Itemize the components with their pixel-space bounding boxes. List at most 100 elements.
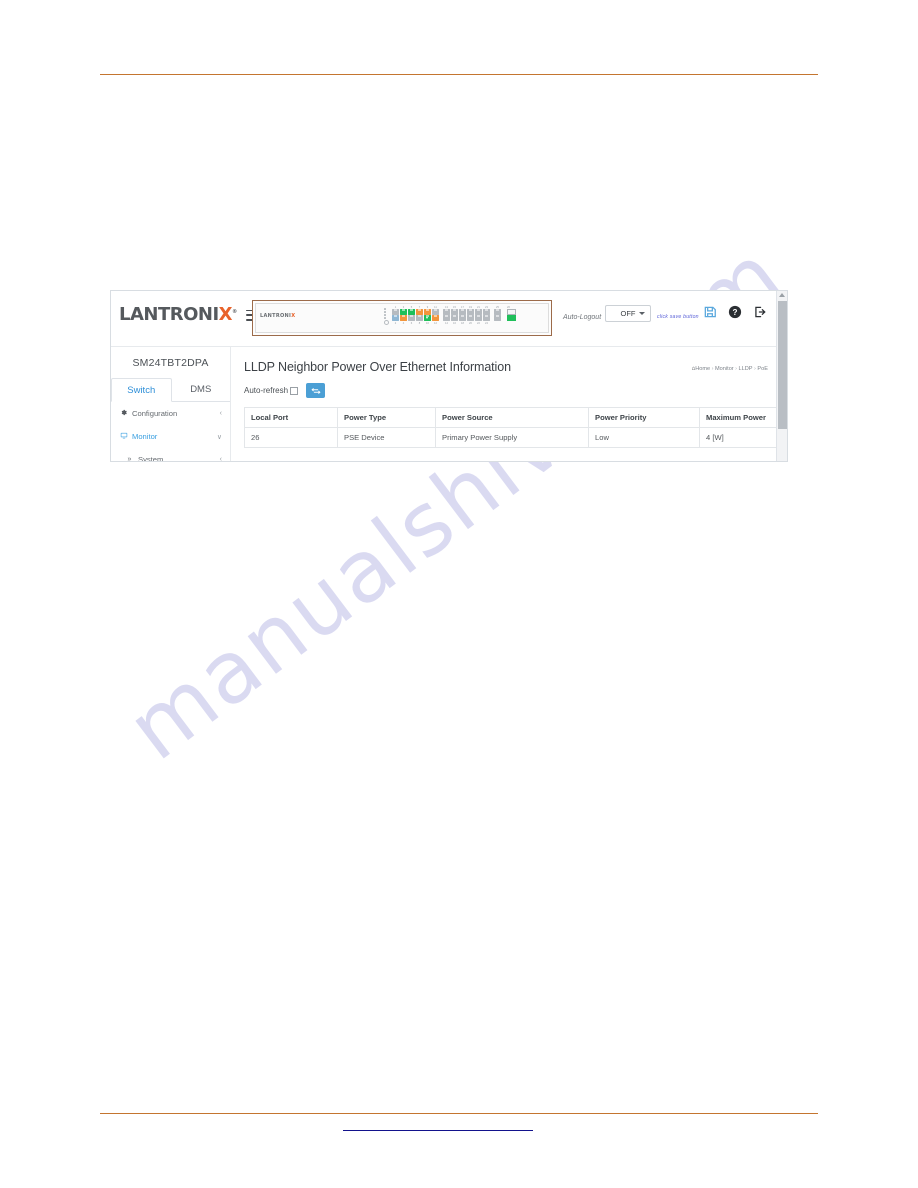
auto-refresh-label: Auto-refresh — [244, 386, 289, 395]
footer-link-underline[interactable] — [343, 1130, 533, 1131]
device-led-column — [384, 308, 389, 330]
vertical-scrollbar[interactable] — [776, 291, 787, 461]
breadcrumb-poe[interactable]: PoE — [757, 366, 768, 372]
sidebar-item-configuration[interactable]: Configuration ‹ — [111, 402, 230, 425]
port-pair[interactable]: 11 12 — [432, 306, 439, 325]
help-icon[interactable]: ? — [728, 305, 742, 321]
port-18[interactable] — [459, 315, 466, 321]
breadcrumb-separator: › — [711, 366, 714, 372]
port-9[interactable] — [424, 309, 431, 315]
led-indicator — [384, 317, 386, 319]
port-group-2: 13 14 15 16 17 18 19 20 21 22 23 24 — [443, 306, 491, 325]
cell-power-type: PSE Device — [337, 427, 436, 448]
monitor-icon — [119, 432, 128, 441]
cell-local-port: 26 — [244, 427, 338, 448]
tab-dms[interactable]: DMS — [172, 378, 231, 401]
sfp-group: 26 — [507, 306, 516, 322]
port-number: 20 — [469, 321, 472, 325]
port-pair[interactable]: 12 — [392, 306, 399, 325]
sidebar-item-system[interactable]: » System ‹ — [111, 448, 230, 462]
port-23[interactable] — [483, 309, 490, 315]
port-pair[interactable]: 9 10 — [424, 306, 431, 325]
port-number: 18 — [461, 321, 464, 325]
port-25b[interactable] — [494, 315, 501, 321]
port-24[interactable] — [483, 315, 490, 321]
port-pair[interactable]: 13 14 — [443, 306, 450, 325]
port-pair[interactable]: 17 18 — [459, 306, 466, 325]
auto-refresh-checkbox[interactable] — [290, 386, 299, 395]
device-port-bank: 12 34 56 78 9 10 11 12 13 14 15 16 17 18 19 20… — [392, 306, 516, 325]
auto-logout-label: Auto-Logout — [563, 314, 602, 321]
table-body: 26 PSE Device Primary Power Supply Low 4… — [244, 427, 776, 448]
auto-logout-select[interactable]: OFF — [605, 305, 651, 322]
switch-front-panel-graphic[interactable]: LANTRONIX 12 34 56 78 9 10 11 12 13 14 1… — [252, 300, 552, 336]
port-number: 24 — [485, 321, 488, 325]
logo-text: LANTRONIX® — [119, 306, 237, 324]
port-13[interactable] — [443, 309, 450, 315]
column-header-power-priority: Power Priority — [588, 407, 700, 428]
port-pair[interactable]: 19 20 — [467, 306, 474, 325]
port-4[interactable] — [400, 315, 407, 321]
port-number: 2 — [394, 321, 397, 325]
logo-text-main: LANTRONI — [119, 304, 219, 325]
scrollbar-up-arrow-icon[interactable] — [779, 293, 785, 297]
port-16[interactable] — [451, 315, 458, 321]
sidebar-item-monitor[interactable]: Monitor ∨ — [111, 425, 230, 448]
sidebar-tabs: Switch DMS — [111, 378, 230, 402]
port-20[interactable] — [467, 315, 474, 321]
port-6[interactable] — [408, 315, 415, 321]
chevron-left-icon: ‹ — [219, 456, 222, 462]
device-brand-label: LANTRONIX — [260, 313, 295, 319]
port-pair[interactable]: 15 16 — [451, 306, 458, 325]
brand-logo[interactable]: LANTRONIX® — [119, 306, 259, 324]
port-number: 14 — [445, 321, 448, 325]
cell-maximum-power: 4 [W] — [699, 427, 776, 448]
column-header-maximum-power: Maximum Power — [699, 407, 776, 428]
port-10[interactable] — [424, 315, 431, 321]
port-15[interactable] — [451, 309, 458, 315]
breadcrumb-home[interactable]: Home — [695, 366, 710, 372]
sfp-port-26b[interactable] — [507, 315, 516, 321]
port-5[interactable] — [408, 309, 415, 315]
port-25[interactable] — [494, 309, 501, 315]
led-indicator — [384, 308, 386, 310]
port-pair[interactable]: 23 24 — [483, 306, 490, 325]
click-save-hint[interactable]: click save button — [657, 314, 699, 320]
device-brand-accent: X — [291, 313, 296, 319]
breadcrumb-monitor[interactable]: Monitor — [715, 366, 734, 372]
table-row[interactable]: 26 PSE Device Primary Power Supply Low 4… — [244, 427, 776, 448]
app-sidebar: SM24TBT2DPA Switch DMS Configuration ‹ M… — [111, 347, 231, 461]
logout-icon[interactable] — [753, 305, 767, 321]
port-group-1: 12 34 56 78 9 10 11 12 — [392, 306, 440, 325]
port-3[interactable] — [400, 309, 407, 315]
app-topbar: LANTRONIX® LANTRONIX 12 3 4 5 6 7 8 9 10… — [111, 291, 778, 347]
port-pair[interactable]: 78 — [416, 306, 423, 325]
port-11[interactable] — [432, 309, 439, 315]
tab-switch[interactable]: Switch — [111, 378, 172, 402]
column-header-local-port: Local Port — [244, 407, 338, 428]
sfp-port-26a[interactable] — [507, 309, 516, 315]
port-8[interactable] — [416, 315, 423, 321]
port-pair[interactable]: 25 — [494, 306, 501, 325]
port-7[interactable] — [416, 309, 423, 315]
port-17[interactable] — [459, 309, 466, 315]
port-2[interactable] — [392, 315, 399, 321]
save-icon[interactable] — [703, 305, 717, 321]
led-indicator — [384, 311, 386, 313]
port-19[interactable] — [467, 309, 474, 315]
breadcrumb-separator: › — [735, 366, 738, 372]
double-chevron-right-icon: » — [127, 456, 132, 462]
port-21[interactable] — [475, 309, 482, 315]
refresh-button[interactable] — [306, 383, 326, 398]
logo-registered-mark: ® — [232, 309, 237, 315]
scrollbar-thumb[interactable] — [778, 301, 787, 429]
port-pair[interactable]: 56 — [408, 306, 415, 325]
port-pair[interactable]: 34 — [400, 306, 407, 325]
port-12[interactable] — [432, 315, 439, 321]
port-22[interactable] — [475, 315, 482, 321]
breadcrumb-lldp[interactable]: LLDP — [739, 366, 753, 372]
port-1[interactable] — [392, 309, 399, 315]
column-header-power-source: Power Source — [435, 407, 589, 428]
port-14[interactable] — [443, 315, 450, 321]
port-pair[interactable]: 21 22 — [475, 306, 482, 325]
